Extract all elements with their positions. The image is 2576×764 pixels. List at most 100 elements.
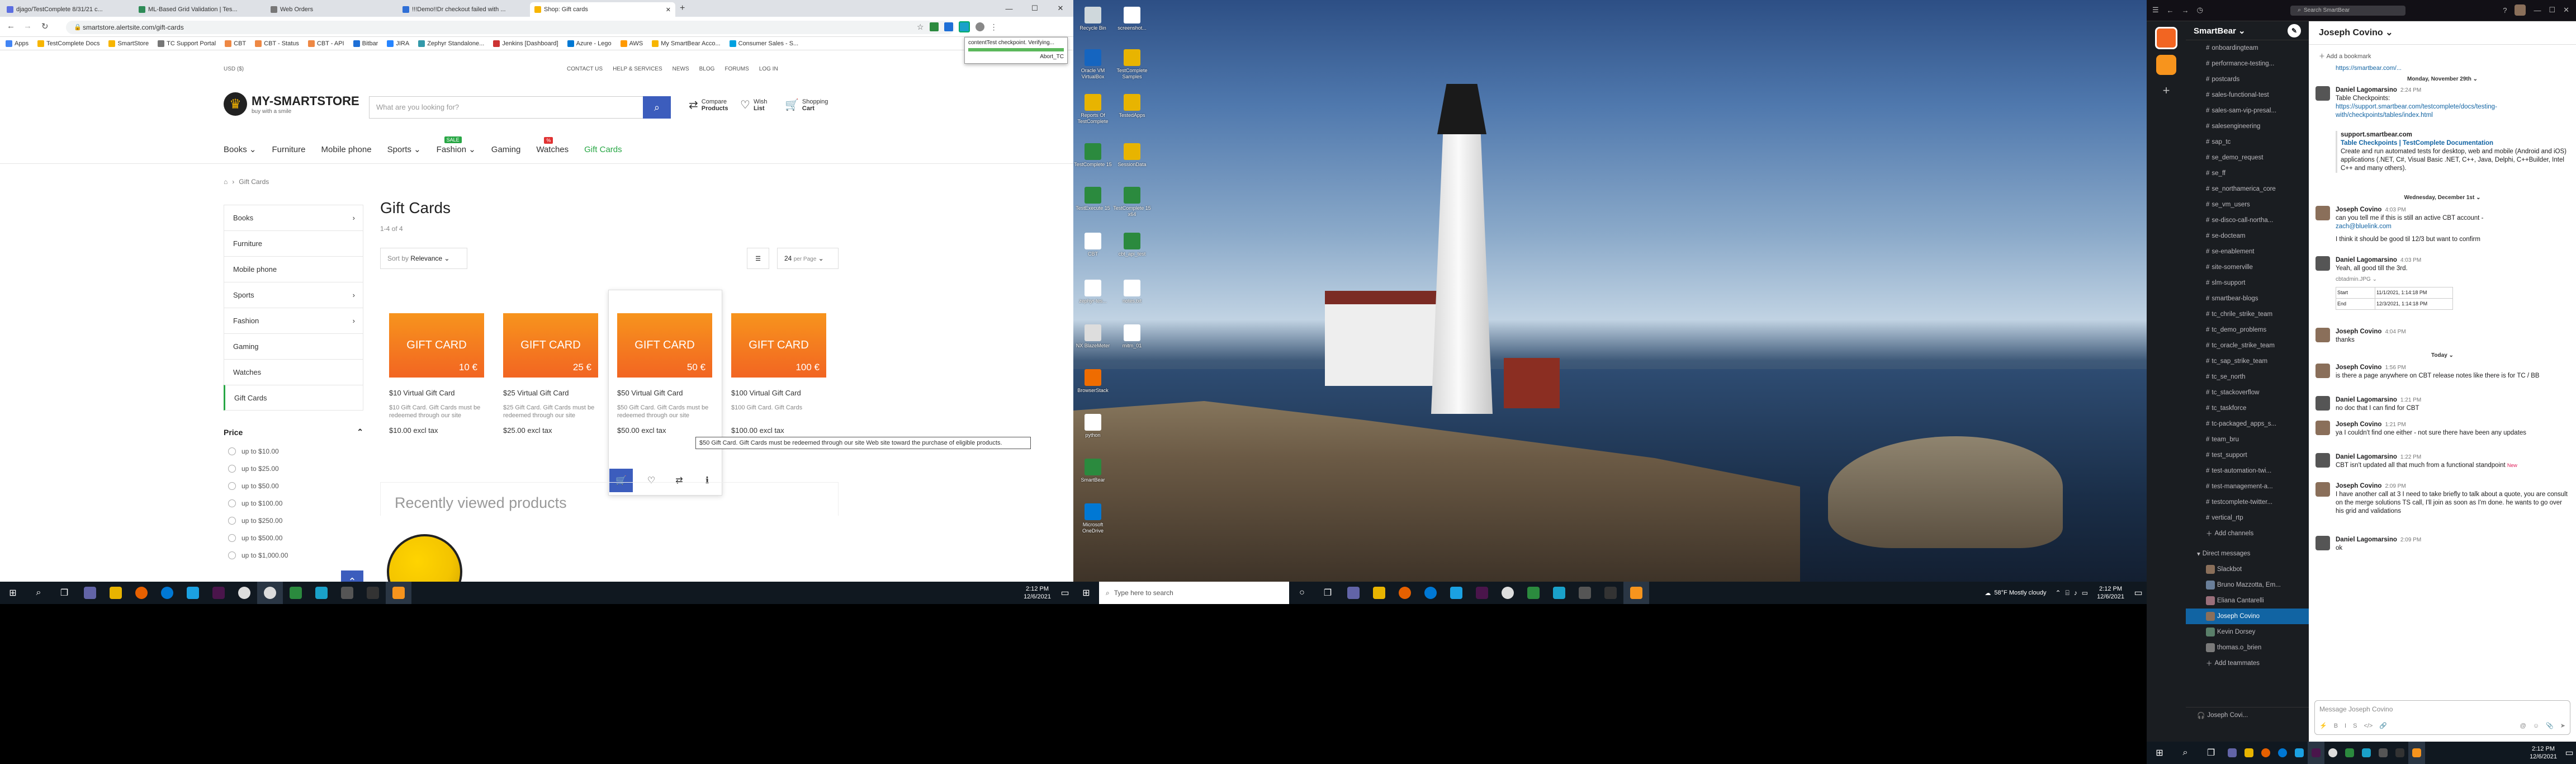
desktop-icon[interactable]: TestExecute 15 (1073, 187, 1112, 211)
taskbar-app[interactable] (206, 582, 231, 604)
attachment-table[interactable]: Start 11/1/2021, 1:14:18 PM End 12/3/2021,… (2336, 287, 2453, 310)
forums-link[interactable]: FORUMS (724, 66, 749, 72)
compare-products-link[interactable]: ⇄ Compare Products (689, 98, 728, 112)
taskbar-app[interactable] (283, 582, 309, 604)
bookmark-item[interactable]: TestComplete Docs (37, 40, 100, 47)
send-icon[interactable]: ➤ (2560, 722, 2565, 729)
browser-tab[interactable]: Web Orders (266, 2, 395, 17)
italic-icon[interactable]: I (2345, 723, 2346, 729)
desktop-icon[interactable]: NX BlazeMeter (1073, 324, 1112, 349)
taskbar-app[interactable] (2392, 742, 2408, 764)
channel-item[interactable]: # se_ff (2186, 166, 2309, 181)
dm-item[interactable]: Slackbot (2186, 562, 2309, 577)
channel-item[interactable]: # sap_tc (2186, 134, 2309, 150)
taskbar-app[interactable] (1598, 582, 1623, 604)
nav-fashion[interactable]: SALE Fashion ⌄ (437, 136, 476, 154)
desktop-icon[interactable]: CBT (1073, 233, 1112, 257)
start-button[interactable]: ⊞ (1073, 582, 1099, 604)
desktop-icon[interactable]: notes.txt (1112, 280, 1152, 304)
channel-item[interactable]: # test-automation-twi... (2186, 463, 2309, 479)
home-icon[interactable]: ⌂ (224, 178, 228, 186)
product-card[interactable]: GIFT CARD 100 € $100 Virtual Gift Card $1… (731, 313, 832, 435)
desktop-icon[interactable]: Microsoft OneDrive (1073, 503, 1112, 534)
nav-furniture[interactable]: Furniture (272, 145, 305, 154)
channel-item[interactable]: # salesengineering (2186, 119, 2309, 134)
add-channels-button[interactable]: ＋ Add channels (2186, 526, 2309, 541)
taskbar-app[interactable] (1418, 582, 1443, 604)
channel-item[interactable]: # postcards (2186, 72, 2309, 87)
cortana-button[interactable]: ○ (1289, 582, 1315, 604)
channel-item[interactable]: # tc-packaged_apps_s... (2186, 416, 2309, 432)
taskbar-app[interactable] (2257, 742, 2274, 764)
sidebar-item-watches[interactable]: Watches (224, 359, 363, 385)
desktop-icon[interactable]: Reports Of TestComplete (1073, 94, 1112, 125)
date-divider[interactable]: Wednesday, December 1st ⌄ (2309, 195, 2576, 201)
taskbar-clock[interactable]: 2:12 PM 12/6/2021 (1018, 585, 1057, 601)
workspace-icon[interactable] (2156, 55, 2176, 75)
channel-item[interactable]: # tc_se_north (2186, 369, 2309, 385)
strike-icon[interactable]: S (2353, 723, 2357, 729)
channel-header[interactable]: Joseph Covino ⌄ (2309, 21, 2576, 45)
price-option[interactable]: up to $1,000.00 (224, 546, 363, 564)
message-composer[interactable]: Message Joseph Covino ⚡ B I S </> 🔗 @ ☺ 📎 ➤ (2314, 700, 2570, 735)
message-author[interactable]: Joseph Covino (2336, 328, 2381, 335)
taskbar-app[interactable] (309, 582, 334, 604)
dm-item-selected[interactable]: Joseph Covino (2186, 609, 2309, 624)
product-image[interactable]: GIFT CARD 10 € (389, 313, 484, 378)
browser-tab[interactable]: !!!Demo!!Dr checkout failed with ... (398, 2, 527, 17)
desktop-icon[interactable]: SmartBear (1073, 459, 1112, 483)
taskbar-app[interactable] (1469, 582, 1495, 604)
message-author[interactable]: Daniel Lagomarsino (2336, 536, 2397, 543)
channel-item[interactable]: # sales-sam-vip-presal... (2186, 103, 2309, 119)
taskbar-app[interactable] (2341, 742, 2358, 764)
taskbar-clock[interactable]: 2:12 PM 12/6/2021 (2091, 585, 2130, 601)
taskbar-app[interactable] (1495, 582, 1521, 604)
attach-icon[interactable]: 📎 (2546, 722, 2554, 729)
channel-item[interactable]: # se-docteam (2186, 228, 2309, 244)
channel-item[interactable]: # tc_oracle_strike_team (2186, 338, 2309, 353)
taskbar-app[interactable] (103, 582, 129, 604)
taskbar-app[interactable] (2274, 742, 2291, 764)
sidebar-item-books[interactable]: Books › (224, 205, 363, 230)
bookmark-item[interactable]: CBT - Status (255, 40, 299, 47)
browser-tab[interactable]: djago/TestComplete 8/31/21 c... (2, 2, 131, 17)
dm-item[interactable]: Kevin Dorsey (2186, 624, 2309, 640)
taskbar-app[interactable] (2224, 742, 2241, 764)
taskbar-app[interactable] (1623, 582, 1649, 604)
taskbar-app[interactable] (1443, 582, 1469, 604)
task-view-button[interactable]: ❐ (1315, 582, 1341, 604)
browser-tab-active[interactable]: Shop: Gift cards ✕ (530, 2, 675, 17)
product-name[interactable]: $50 Virtual Gift Card (617, 389, 718, 397)
start-button[interactable]: ⊞ (0, 582, 26, 604)
product-image[interactable]: GIFT CARD 50 € (617, 313, 712, 378)
nav-mobile-phone[interactable]: Mobile phone (321, 145, 371, 154)
nav-books[interactable]: Books ⌄ (224, 144, 256, 154)
taskbar-app[interactable] (2241, 742, 2257, 764)
product-name[interactable]: $25 Virtual Gift Card (503, 389, 604, 397)
compose-icon[interactable]: ✎ (2288, 23, 2301, 37)
date-divider[interactable]: Today ⌄ (2309, 352, 2576, 359)
mention-icon[interactable]: @ (2520, 723, 2526, 729)
add-teammates-button[interactable]: ＋ Add teammates (2186, 655, 2309, 671)
wishlist-link[interactable]: ♡ Wish List (740, 98, 767, 112)
taskbar-app[interactable] (2324, 742, 2341, 764)
desktop-icon[interactable]: TestComplete Samples (1112, 49, 1152, 80)
hamburger-icon[interactable]: ☰ (2152, 6, 2159, 15)
desktop-icon[interactable]: TestComplete 15 (1073, 143, 1112, 168)
taskbar-app[interactable] (77, 582, 103, 604)
bookmark-item[interactable]: Azure - Lego (567, 40, 612, 47)
price-option[interactable]: up to $25.00 (224, 460, 363, 477)
channel-item[interactable]: # se_vm_users (2186, 197, 2309, 213)
sort-dropdown[interactable]: Sort by Relevance ⌄ (380, 248, 467, 269)
forward-icon[interactable]: → (2182, 6, 2189, 15)
direct-messages-header[interactable]: ▾ Direct messages (2186, 546, 2309, 562)
dm-item[interactable]: thomas.o_brien (2186, 640, 2309, 655)
channel-item[interactable]: # testcomplete-twitter... (2186, 494, 2309, 510)
price-option[interactable]: up to $250.00 (224, 512, 363, 529)
testcomplete-extension-icon[interactable] (958, 21, 970, 32)
desktop-icon[interactable]: mitm_01 (1112, 324, 1152, 349)
channel-item[interactable]: # performance-testing... (2186, 56, 2309, 72)
dm-item[interactable]: Eliana Cantarelli (2186, 593, 2309, 609)
network-icon[interactable]: ⌸ (2066, 589, 2070, 597)
menu-dots-icon[interactable]: ⋮ (990, 22, 998, 32)
